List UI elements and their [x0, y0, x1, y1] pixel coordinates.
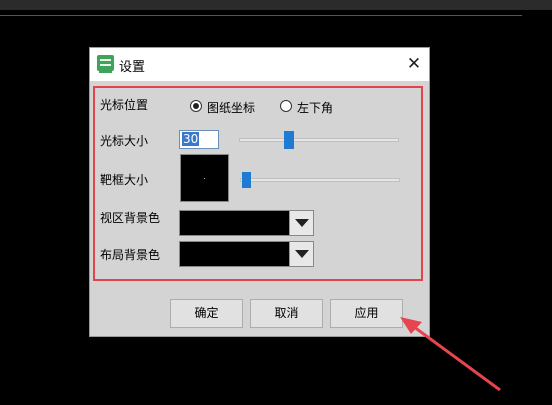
arrow-shaft [409, 322, 501, 392]
annotation-arrow [400, 317, 501, 392]
